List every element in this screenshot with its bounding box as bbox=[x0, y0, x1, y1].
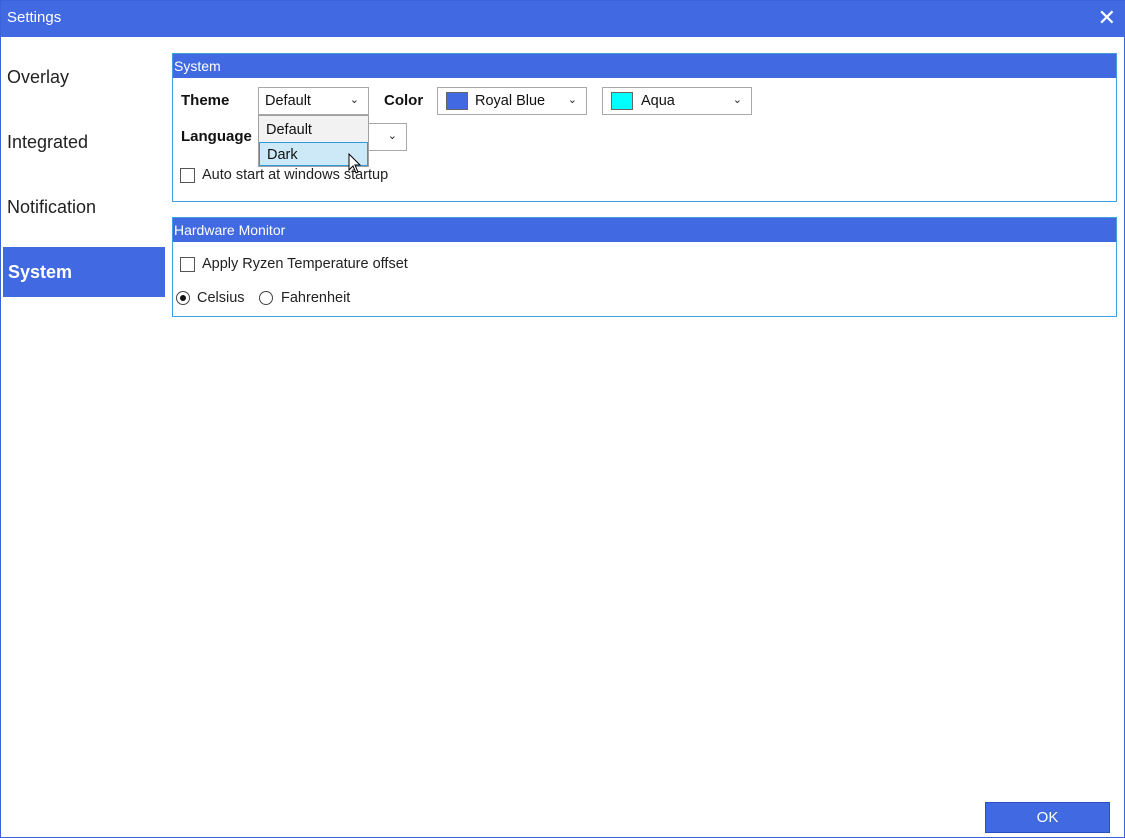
chevron-down-icon: ⌄ bbox=[732, 94, 742, 106]
color-select[interactable]: Royal Blue ⌄ bbox=[437, 87, 587, 115]
mouse-pointer-icon bbox=[348, 153, 362, 174]
ryzen-offset-checkbox[interactable] bbox=[180, 257, 195, 272]
autostart-checkbox[interactable] bbox=[180, 168, 195, 183]
title-bar: Settings ✕ bbox=[1, 1, 1125, 37]
theme-label: Theme bbox=[181, 92, 230, 109]
nav-item-overlay[interactable]: Overlay bbox=[7, 67, 69, 88]
language-label: Language bbox=[181, 128, 252, 145]
color-swatch bbox=[446, 92, 468, 110]
color-select-value: Royal Blue bbox=[475, 93, 546, 109]
ryzen-offset-label: Apply Ryzen Temperature offset bbox=[202, 256, 408, 272]
color2-swatch bbox=[611, 92, 633, 110]
fahrenheit-label: Fahrenheit bbox=[281, 290, 351, 306]
chevron-down-icon: ⌄ bbox=[349, 94, 359, 106]
theme-select[interactable]: Default ⌄ bbox=[258, 87, 369, 115]
celsius-radio[interactable] bbox=[176, 291, 190, 305]
nav-item-notification[interactable]: Notification bbox=[7, 197, 96, 218]
nav-item-integrated[interactable]: Integrated bbox=[7, 132, 88, 153]
nav-item-system-label: System bbox=[8, 262, 73, 282]
color2-select[interactable]: Aqua ⌄ bbox=[602, 87, 752, 115]
window-title: Settings bbox=[7, 9, 62, 26]
celsius-label: Celsius bbox=[197, 290, 245, 306]
close-icon[interactable]: ✕ bbox=[1098, 6, 1116, 30]
nav-item-system[interactable]: System bbox=[3, 247, 165, 297]
theme-option-default[interactable]: Default bbox=[259, 118, 368, 142]
ok-button[interactable]: OK bbox=[985, 802, 1110, 833]
system-group-header: System bbox=[173, 54, 1116, 78]
chevron-down-icon: ⌄ bbox=[567, 94, 577, 106]
fahrenheit-radio[interactable] bbox=[259, 291, 273, 305]
color-label: Color bbox=[384, 92, 424, 109]
color2-select-value: Aqua bbox=[641, 93, 675, 109]
settings-window: Settings ✕ Overlay Integrated Notificati… bbox=[0, 0, 1125, 838]
hardware-monitor-header: Hardware Monitor bbox=[173, 218, 1116, 242]
theme-select-value: Default bbox=[265, 93, 311, 109]
chevron-down-icon: ⌄ bbox=[387, 130, 397, 142]
